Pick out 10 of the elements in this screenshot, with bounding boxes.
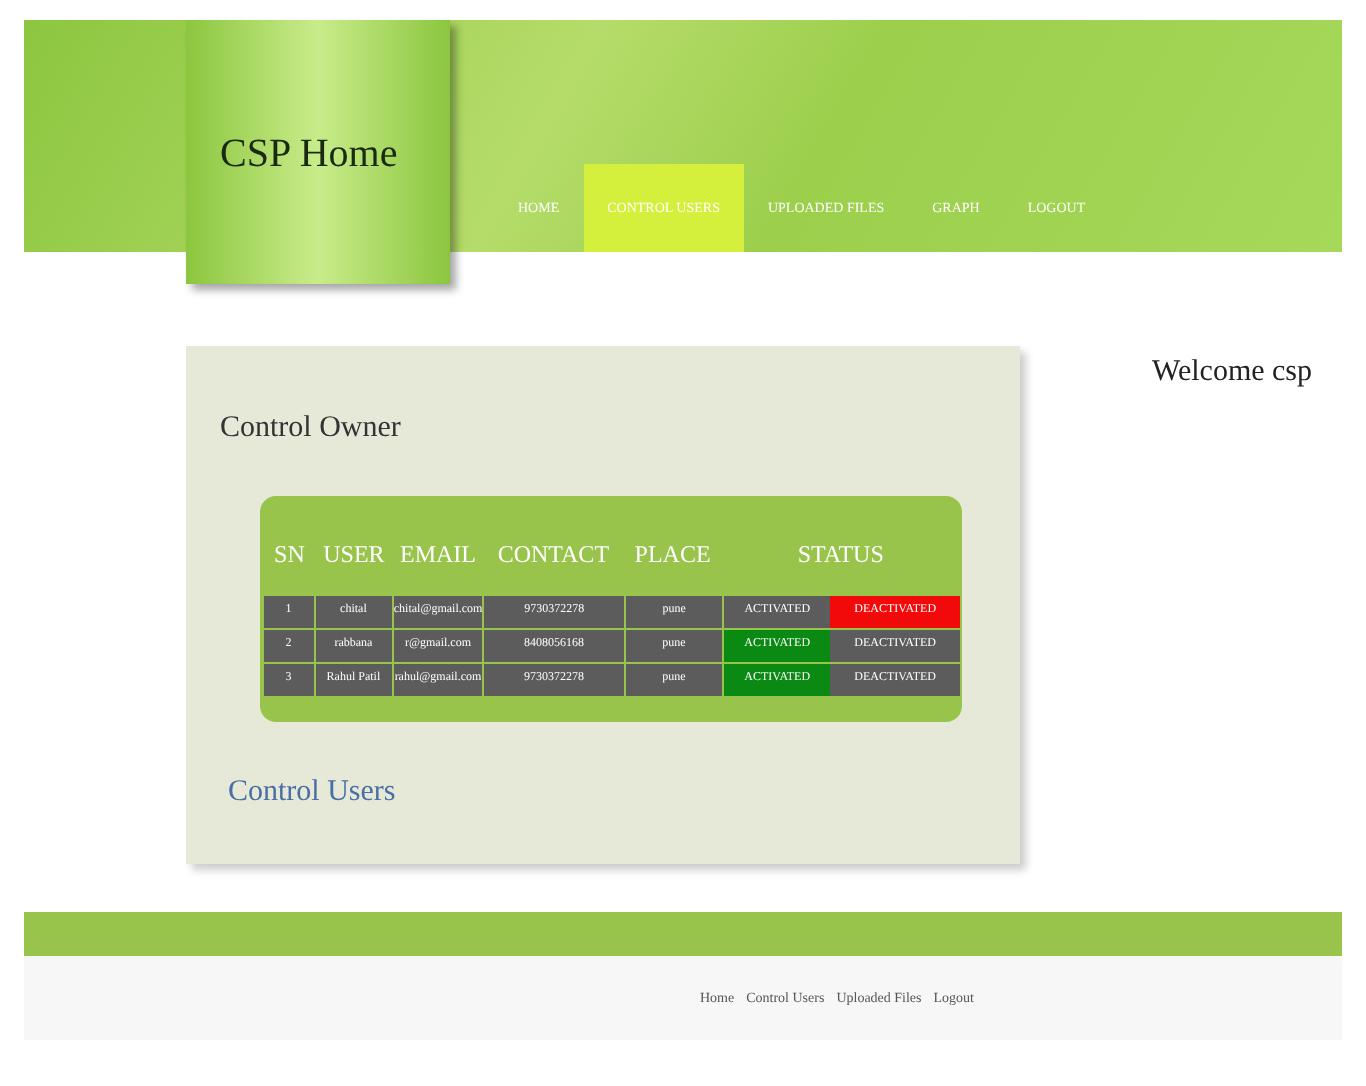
logo-text: CSP Home (220, 132, 398, 176)
welcome-text: Welcome csp (1152, 354, 1313, 392)
column-header: PLACE (632, 537, 713, 571)
panel-title: Control Owner (220, 410, 401, 448)
column-header: EMAIL (398, 537, 478, 571)
column-header: SN (272, 537, 307, 571)
column-header: STATUS (795, 537, 886, 571)
column-header: CONTACT (495, 537, 612, 571)
column-header: USER (321, 537, 387, 571)
panel-link[interactable]: Control Users (228, 769, 396, 814)
